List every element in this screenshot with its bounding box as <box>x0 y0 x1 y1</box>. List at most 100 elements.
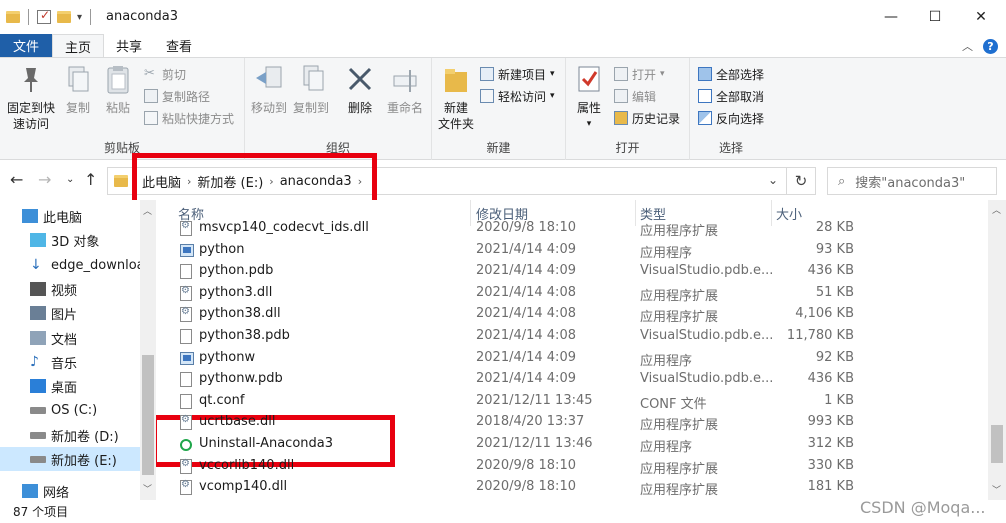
copy-path-button[interactable]: 复制路径 <box>144 86 210 106</box>
forward-arrow-icon[interactable]: → <box>38 170 51 189</box>
sidebar-item-label: 文档 <box>51 332 78 348</box>
refresh-button[interactable]: ↻ <box>787 167 816 195</box>
sidebar-item-[interactable]: 此电脑 <box>0 204 140 228</box>
new-item-label: 新建项目 <box>498 67 547 82</box>
sidebar-scrollbar[interactable]: ︿ ﹀ <box>140 200 156 500</box>
close-button[interactable]: ✕ <box>958 0 1004 34</box>
file-row[interactable]: ucrtbase.dll 2018/4/20 13:37 应用程序扩展 993 KB <box>176 411 856 433</box>
up-arrow-icon[interactable]: ↑ <box>84 170 97 189</box>
invert-selection-button[interactable]: 反向选择 <box>698 108 764 128</box>
file-row[interactable]: python.pdb 2021/4/14 4:09 VisualStudio.pdb… <box>176 260 856 282</box>
sidebar-item-edge-download[interactable]: ↓ edge_download <box>0 253 140 277</box>
new-item-button[interactable]: 新建项目 ▾ <box>480 64 555 84</box>
edit-button[interactable]: 编辑 <box>614 86 656 106</box>
drive-icon <box>30 406 46 414</box>
file-size: 436 KB <box>807 371 854 387</box>
tab-home[interactable]: 主页 <box>52 34 105 57</box>
recent-locations-icon[interactable]: ⌄ <box>66 174 74 185</box>
move-to-icon <box>254 64 284 96</box>
copy-to-button[interactable]: 复制到 <box>291 64 331 116</box>
sidebar-item-[interactable]: 桌面 <box>0 374 140 398</box>
delete-button[interactable]: 删除 <box>343 64 377 116</box>
minimize-button[interactable]: — <box>868 0 914 34</box>
file-icon <box>180 264 192 280</box>
scroll-up-icon[interactable]: ︿ <box>143 204 152 217</box>
file-row[interactable]: python38.pdb 2021/4/14 4:08 VisualStudio.p… <box>176 325 856 347</box>
rename-icon <box>390 64 420 96</box>
sidebar-item-[interactable]: 视频 <box>0 277 140 301</box>
scroll-down-icon[interactable]: ﹀ <box>992 483 1001 496</box>
scroll-up-icon[interactable]: ︿ <box>992 203 1001 216</box>
sidebar-item-3d[interactable]: 3D 对象 <box>0 228 140 252</box>
open-button[interactable]: 打开 ▾ <box>614 64 665 84</box>
file-row[interactable]: pythonw 2021/4/14 4:09 应用程序 92 KB <box>176 347 856 369</box>
sidebar-item-d[interactable]: 新加卷 (D:) <box>0 423 140 447</box>
select-none-label: 全部取消 <box>716 89 765 104</box>
scroll-down-icon[interactable]: ﹀ <box>143 482 152 495</box>
properties-quick-icon[interactable] <box>37 8 51 24</box>
file-row[interactable]: python 2021/4/14 4:09 应用程序 93 KB <box>176 239 856 261</box>
sidebar-scroll-thumb[interactable] <box>142 355 154 475</box>
back-arrow-icon[interactable]: ← <box>10 170 23 189</box>
select-none-button[interactable]: 全部取消 <box>698 86 764 106</box>
clipboard-group: 固定到快 速访问 复制 粘贴 ✂ 剪切 复制路径 粘贴快捷方式 剪贴板 <box>0 58 245 160</box>
file-row[interactable]: qt.conf 2021/12/11 13:45 CONF 文件 1 KB <box>176 390 856 412</box>
tab-share[interactable]: 共享 <box>104 34 154 57</box>
rename-label: 重命名 <box>386 101 423 115</box>
chevron-down-icon[interactable]: ⌄ <box>768 173 778 187</box>
file-row[interactable]: pythonw.pdb 2021/4/14 4:09 VisualStudio.pd… <box>176 368 856 390</box>
dropdown-icon: ▾ <box>550 91 555 101</box>
collapse-ribbon-icon[interactable]: ︿ <box>962 38 973 54</box>
column-header-date[interactable]: 修改日期 <box>471 200 636 226</box>
sidebar-item-label: 此电脑 <box>43 210 83 226</box>
copy-button[interactable]: 复制 <box>60 64 96 116</box>
file-list-scroll-thumb[interactable] <box>991 425 1003 463</box>
rename-button[interactable]: 重命名 <box>383 64 427 116</box>
cut-button[interactable]: ✂ 剪切 <box>144 64 186 84</box>
quick-access-toolbar: ▾ <box>6 8 93 25</box>
search-input[interactable]: ⌕ 搜索"anaconda3" <box>827 167 997 195</box>
paste-shortcut-button[interactable]: 粘贴快捷方式 <box>144 108 234 128</box>
select-all-button[interactable]: 全部选择 <box>698 64 764 84</box>
file-row[interactable]: python3.dll 2021/4/14 4:08 应用程序扩展 51 KB <box>176 282 856 304</box>
new-folder-button[interactable]: 新建 文件夹 <box>434 64 478 132</box>
paste-button[interactable]: 粘贴 <box>100 64 136 116</box>
tab-view[interactable]: 查看 <box>154 34 204 57</box>
sidebar-item-[interactable]: 文档 <box>0 326 140 350</box>
sidebar-item-label: 新加卷 (D:) <box>51 429 119 445</box>
column-header-type[interactable]: 类型 <box>636 200 772 226</box>
file-list-scrollbar[interactable]: ︿ ﹀ <box>988 200 1006 500</box>
history-button[interactable]: 历史记录 <box>614 108 680 128</box>
column-header-name[interactable]: 名称 <box>176 200 471 226</box>
sidebar-item-[interactable]: ♪ 音乐 <box>0 350 140 374</box>
maximize-button[interactable]: ☐ <box>912 0 958 34</box>
move-to-button[interactable]: 移动到 <box>249 64 289 116</box>
paste-label: 粘贴 <box>105 101 130 115</box>
column-header-size[interactable]: 大小 <box>772 200 856 226</box>
sidebar-item-[interactable]: 图片 <box>0 301 140 325</box>
file-row[interactable]: Uninstall-Anaconda3 2021/12/11 13:46 应用程序 3… <box>176 433 856 455</box>
customize-toolbar-icon[interactable]: ▾ <box>77 12 82 23</box>
ribbon-tabs: 文件 主页 共享 查看 ︿ ? <box>0 34 1006 57</box>
file-row[interactable]: vccorlib140.dll 2020/9/8 18:10 应用程序扩展 330 K… <box>176 455 856 477</box>
open-group-label: 打开 <box>615 141 640 155</box>
properties-label: 属性 <box>576 101 601 115</box>
file-row[interactable]: vcomp140.dll 2020/9/8 18:10 应用程序扩展 181 KB <box>176 476 856 498</box>
help-icon[interactable]: ? <box>983 38 998 54</box>
sidebar-item-os-c[interactable]: OS (C:) <box>0 398 140 422</box>
file-row[interactable]: python38.dll 2021/4/14 4:08 应用程序扩展 4,106 KB <box>176 303 856 325</box>
network-icon <box>22 484 38 498</box>
sidebar-item-e[interactable]: 新加卷 (E:) <box>0 447 140 471</box>
file-size: 11,780 KB <box>786 328 854 343</box>
new-folder-quick-icon[interactable] <box>57 11 71 23</box>
python-app-icon <box>180 351 194 365</box>
easy-access-button[interactable]: 轻松访问 ▾ <box>480 86 555 106</box>
cut-label: 剪切 <box>162 67 187 82</box>
file-size: 51 KB <box>815 284 854 300</box>
cube-icon <box>30 233 46 247</box>
pin-quick-access-button[interactable]: 固定到快 速访问 <box>4 64 58 132</box>
watermark-text: CSDN @Moqa... <box>860 498 986 517</box>
sidebar-item-[interactable]: 网络 <box>0 479 140 500</box>
properties-button[interactable]: 属性 ▾ <box>572 64 606 132</box>
tab-file[interactable]: 文件 <box>0 34 52 57</box>
